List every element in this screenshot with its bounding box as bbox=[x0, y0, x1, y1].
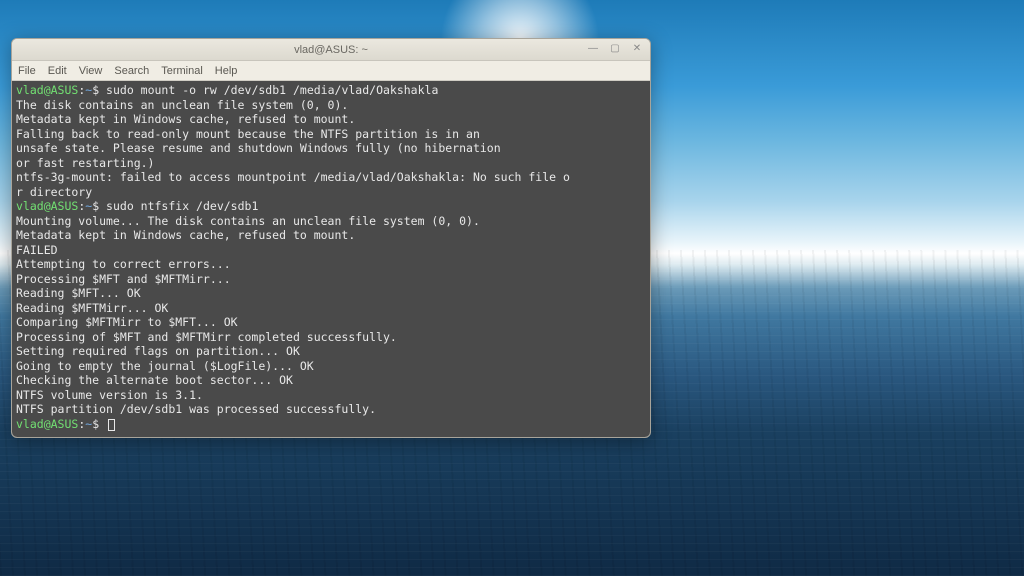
menubar: File Edit View Search Terminal Help bbox=[12, 61, 650, 81]
terminal-output-line: Reading $MFT... OK bbox=[16, 286, 646, 301]
terminal-command-line: vlad@ASUS:~$ bbox=[16, 417, 646, 432]
terminal-output-line: Processing of $MFT and $MFTMirr complete… bbox=[16, 330, 646, 345]
menu-file[interactable]: File bbox=[18, 65, 36, 77]
command-text: sudo ntfsfix /dev/sdb1 bbox=[106, 199, 258, 213]
prompt-user-host: vlad@ASUS bbox=[16, 83, 78, 97]
terminal-output-line: or fast restarting.) bbox=[16, 156, 646, 171]
menu-terminal[interactable]: Terminal bbox=[161, 65, 203, 77]
terminal-output-line: Falling back to read-only mount because … bbox=[16, 127, 646, 142]
terminal-output-line: Reading $MFTMirr... OK bbox=[16, 301, 646, 316]
close-button[interactable]: ✕ bbox=[630, 42, 644, 56]
terminal-output-line: The disk contains an unclean file system… bbox=[16, 98, 646, 113]
terminal-window[interactable]: vlad@ASUS: ~ — ▢ ✕ File Edit View Search… bbox=[11, 38, 651, 438]
terminal-command-line: vlad@ASUS:~$ sudo mount -o rw /dev/sdb1 … bbox=[16, 83, 646, 98]
minimize-button[interactable]: — bbox=[586, 42, 600, 56]
window-title: vlad@ASUS: ~ bbox=[294, 44, 368, 56]
prompt-path: ~ bbox=[85, 83, 92, 97]
terminal-output-line: Metadata kept in Windows cache, refused … bbox=[16, 228, 646, 243]
terminal-output-line: Going to empty the journal ($LogFile)...… bbox=[16, 359, 646, 374]
menu-search[interactable]: Search bbox=[114, 65, 149, 77]
prompt-path: ~ bbox=[85, 199, 92, 213]
cursor bbox=[108, 419, 115, 431]
terminal-output-line: FAILED bbox=[16, 243, 646, 258]
terminal-output-line: Checking the alternate boot sector... OK bbox=[16, 373, 646, 388]
terminal-output-line: unsafe state. Please resume and shutdown… bbox=[16, 141, 646, 156]
terminal-command-line: vlad@ASUS:~$ sudo ntfsfix /dev/sdb1 bbox=[16, 199, 646, 214]
maximize-button[interactable]: ▢ bbox=[608, 42, 622, 56]
titlebar[interactable]: vlad@ASUS: ~ — ▢ ✕ bbox=[12, 39, 650, 61]
terminal-output-line: Metadata kept in Windows cache, refused … bbox=[16, 112, 646, 127]
terminal-output-line: Setting required flags on partition... O… bbox=[16, 344, 646, 359]
terminal-output-line: NTFS volume version is 3.1. bbox=[16, 388, 646, 403]
menu-view[interactable]: View bbox=[79, 65, 103, 77]
prompt-user-host: vlad@ASUS bbox=[16, 417, 78, 431]
terminal-output-line: Comparing $MFTMirr to $MFT... OK bbox=[16, 315, 646, 330]
menu-help[interactable]: Help bbox=[215, 65, 238, 77]
terminal-output-line: Mounting volume... The disk contains an … bbox=[16, 214, 646, 229]
terminal-output-line: NTFS partition /dev/sdb1 was processed s… bbox=[16, 402, 646, 417]
terminal-output-line: ntfs-3g-mount: failed to access mountpoi… bbox=[16, 170, 646, 185]
window-controls: — ▢ ✕ bbox=[586, 42, 644, 56]
terminal-output-line: r directory bbox=[16, 185, 646, 200]
terminal-output-line: Attempting to correct errors... bbox=[16, 257, 646, 272]
command-text: sudo mount -o rw /dev/sdb1 /media/vlad/O… bbox=[106, 83, 438, 97]
terminal-output-line: Processing $MFT and $MFTMirr... bbox=[16, 272, 646, 287]
terminal-body[interactable]: vlad@ASUS:~$ sudo mount -o rw /dev/sdb1 … bbox=[12, 81, 650, 437]
prompt-path: ~ bbox=[85, 417, 92, 431]
prompt-user-host: vlad@ASUS bbox=[16, 199, 78, 213]
menu-edit[interactable]: Edit bbox=[48, 65, 67, 77]
